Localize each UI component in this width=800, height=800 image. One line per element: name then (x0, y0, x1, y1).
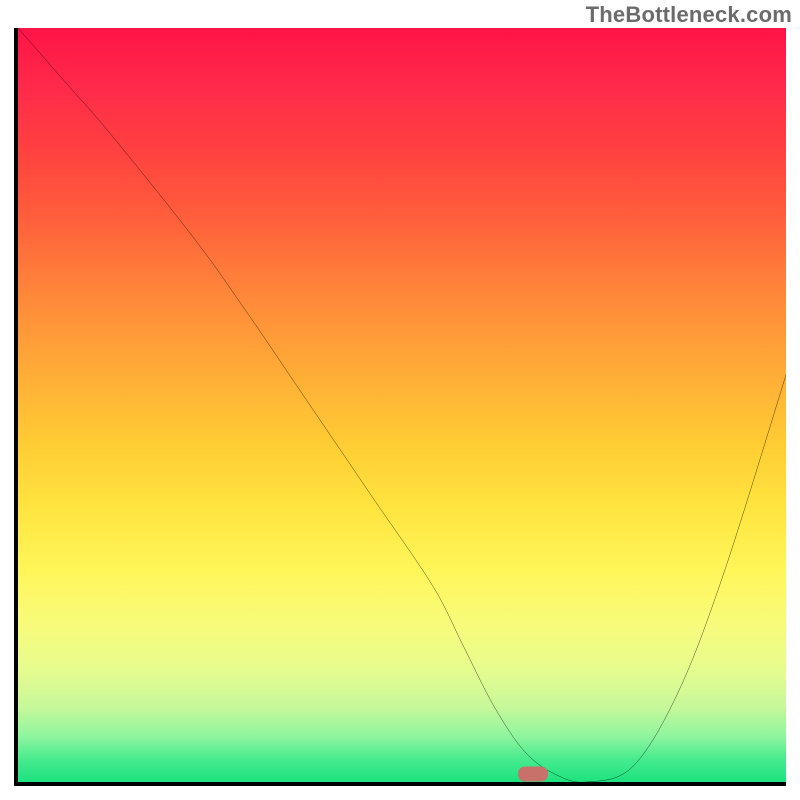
watermark-label: TheBottleneck.com (586, 2, 792, 28)
chart-container: TheBottleneck.com (0, 0, 800, 800)
plot-area (14, 28, 786, 786)
bottleneck-line (18, 28, 786, 782)
optimal-marker-icon (518, 767, 548, 782)
